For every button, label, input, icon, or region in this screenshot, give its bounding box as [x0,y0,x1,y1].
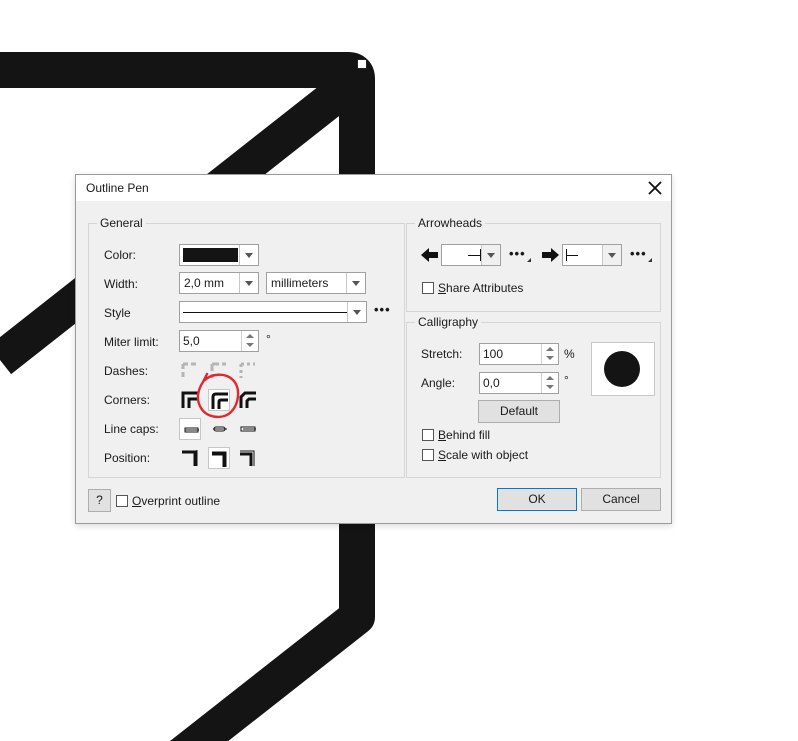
width-unit-value: millimeters [271,276,329,290]
angle-spinner[interactable] [541,373,558,393]
cancel-button[interactable]: Cancel [581,488,661,511]
nib-shape-icon [604,351,640,387]
miter-limit-label: Miter limit: [104,335,159,349]
dashes-label: Dashes: [104,364,149,378]
scale-with-object-checkbox[interactable] [422,449,434,461]
chevron-down-icon[interactable] [347,302,366,322]
miter-limit-spinner[interactable] [241,331,258,351]
stretch-value: 100 [483,347,504,361]
arrow-right-icon [541,248,559,265]
width-unit-select[interactable]: millimeters [266,272,366,294]
chevron-down-icon[interactable] [346,273,365,293]
share-attributes-checkbox[interactable] [422,282,434,294]
chevron-down-icon[interactable] [239,245,258,265]
corner-triangle-icon [527,258,531,262]
calligraphy-group: Calligraphy Stretch: 100 % Angle: 0,0 ° … [406,315,661,478]
end-arrowhead-preview [566,255,578,256]
width-value: 2,0 mm [184,276,225,290]
line-caps-label: Line caps: [104,422,159,436]
scale-with-object-label[interactable]: Scale with object [438,448,528,462]
nib-preview[interactable] [591,342,655,396]
position-label: Position: [104,451,151,465]
end-arrowhead-more-icon[interactable]: ••• [630,246,647,261]
chevron-down-icon[interactable] [602,245,621,265]
end-arrowhead-select[interactable] [562,244,622,266]
start-arrowhead-select[interactable] [441,244,501,266]
color-swatch [183,248,238,262]
position-outside-button[interactable] [179,447,201,469]
stretch-label: Stretch: [421,347,463,361]
line-style-preview [183,312,347,313]
start-arrowhead-more-icon[interactable]: ••• [509,246,526,261]
miter-limit-input[interactable]: 5,0 [179,330,259,352]
style-label: Style [104,306,131,320]
arrowheads-group: Arrowheads ••• ••• Share Attributes [406,216,661,312]
miter-limit-value: 5,0 [183,334,200,348]
dialog-title: Outline Pen [86,181,149,195]
angle-label: Angle: [421,376,456,390]
width-label: Width: [104,277,139,291]
color-picker[interactable] [179,244,259,266]
share-attributes-label[interactable]: Share Attributes [438,281,523,295]
width-input[interactable]: 2,0 mm [179,272,259,294]
red-annotation-circle [196,372,240,419]
title-bar: Outline Pen [76,175,671,201]
arrow-left-icon [421,248,439,265]
outline-pen-dialog: Outline Pen General Color: Width: 2,0 mm… [75,174,672,524]
close-icon[interactable] [646,179,664,197]
behind-fill-label[interactable]: Behind fill [438,428,490,442]
behind-fill-checkbox[interactable] [422,429,434,441]
chevron-down-icon[interactable] [239,273,258,293]
general-group: General Color: Width: 2,0 mm millimeters… [88,216,405,478]
position-inside-button[interactable] [237,447,259,469]
angle-unit: ° [564,373,569,387]
line-style-select[interactable] [179,301,367,323]
angle-value: 0,0 [483,376,500,390]
corners-label: Corners: [104,393,151,407]
help-button[interactable]: ? [88,489,111,512]
stretch-input[interactable]: 100 [479,343,559,365]
miter-unit: ° [266,332,271,346]
calligraphy-group-label: Calligraphy [415,315,482,329]
default-button[interactable]: Default [478,400,560,423]
style-more-icon[interactable]: ••• [374,302,391,317]
overprint-outline-checkbox[interactable] [116,495,128,507]
overprint-outline-label[interactable]: Overprint outline [132,494,220,508]
position-center-button[interactable] [208,447,230,469]
stretch-unit: % [564,347,575,361]
color-label: Color: [104,248,137,262]
general-group-label: General [97,216,146,230]
arrowheads-group-label: Arrowheads [415,216,486,230]
stretch-spinner[interactable] [541,344,558,364]
chevron-down-icon[interactable] [481,245,500,265]
selection-handle[interactable] [357,59,367,69]
corner-triangle-icon [648,258,652,262]
ok-button[interactable]: OK [497,488,577,511]
angle-input[interactable]: 0,0 [479,372,559,394]
